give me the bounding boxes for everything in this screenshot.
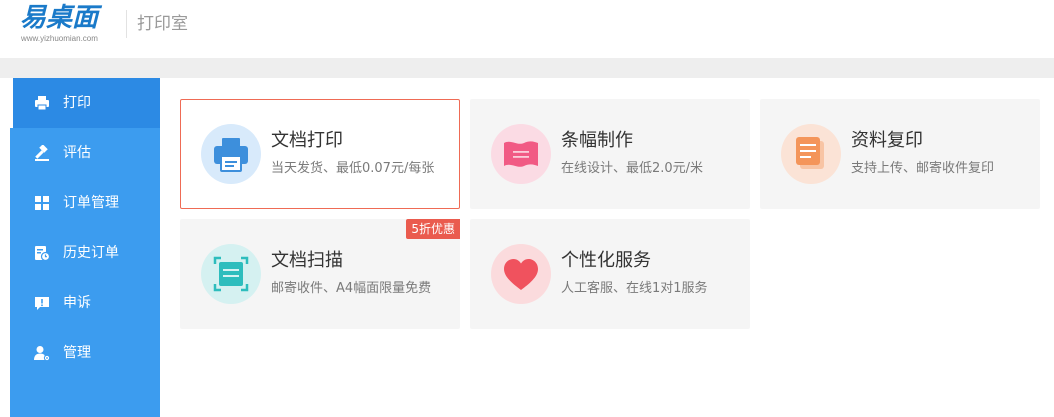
site-logo[interactable]: 易桌面 www.yizhuomian.com	[20, 3, 120, 47]
sidebar-item-history[interactable]: 历史订单	[10, 228, 160, 278]
service-subtitle: 邮寄收件、A4幅面限量免费	[271, 281, 432, 296]
sidebar-item-label: 评估	[63, 145, 91, 161]
grid-icon	[34, 195, 50, 211]
service-title: 文档打印	[271, 130, 343, 151]
sidebar-item-label: 申诉	[63, 295, 91, 311]
service-title: 文档扫描	[271, 250, 343, 271]
service-title: 条幅制作	[561, 130, 633, 151]
header-divider	[126, 10, 127, 38]
service-card-copy[interactable]: 资料复印 支持上传、邮寄收件复印	[760, 99, 1040, 209]
sidebar-item-label: 订单管理	[63, 195, 119, 211]
sidebar-item-label: 打印	[63, 95, 91, 111]
logo-domain: www.yizhuomian.com	[21, 34, 98, 43]
copy-icon	[781, 124, 841, 184]
service-subtitle: 人工客服、在线1对1服务	[561, 281, 708, 296]
printer-icon	[34, 95, 50, 111]
sidebar-item-complaint[interactable]: 申诉	[10, 278, 160, 328]
header-band	[0, 58, 1054, 78]
logo-text: 易桌面	[20, 3, 99, 33]
top-header: 易桌面 www.yizhuomian.com 打印室	[0, 0, 1054, 58]
printer-icon	[201, 124, 261, 184]
user-settings-icon	[34, 345, 50, 361]
sidebar-item-label: 管理	[63, 345, 91, 361]
service-card-banner[interactable]: 条幅制作 在线设计、最低2.0元/米	[470, 99, 750, 209]
service-title: 资料复印	[851, 130, 923, 151]
service-card-doc-print[interactable]: 文档打印 当天发货、最低0.07元/每张	[180, 99, 460, 209]
banner-icon	[491, 124, 551, 184]
sidebar-item-evaluate[interactable]: 评估	[10, 128, 160, 178]
service-subtitle: 支持上传、邮寄收件复印	[851, 161, 995, 176]
discount-badge: 5折优惠	[406, 219, 460, 239]
service-title: 个性化服务	[561, 250, 651, 271]
sidebar-item-orders[interactable]: 订单管理	[10, 178, 160, 228]
complaint-icon	[34, 295, 50, 311]
scan-icon	[201, 244, 261, 304]
sidebar: 打印 评估 订单管理 历史订单 申诉 管理	[10, 78, 160, 417]
sidebar-item-manage[interactable]: 管理	[10, 328, 160, 378]
heart-icon	[491, 244, 551, 304]
service-subtitle: 当天发货、最低0.07元/每张	[271, 161, 435, 176]
page-title: 打印室	[137, 14, 188, 34]
sidebar-item-print[interactable]: 打印	[10, 78, 160, 128]
service-card-personal[interactable]: 个性化服务 人工客服、在线1对1服务	[470, 219, 750, 329]
service-card-scan[interactable]: 文档扫描 邮寄收件、A4幅面限量免费 5折优惠	[180, 219, 460, 329]
sidebar-item-label: 历史订单	[63, 245, 119, 261]
gavel-icon	[34, 145, 50, 161]
history-icon	[34, 245, 50, 261]
service-subtitle: 在线设计、最低2.0元/米	[561, 161, 704, 176]
